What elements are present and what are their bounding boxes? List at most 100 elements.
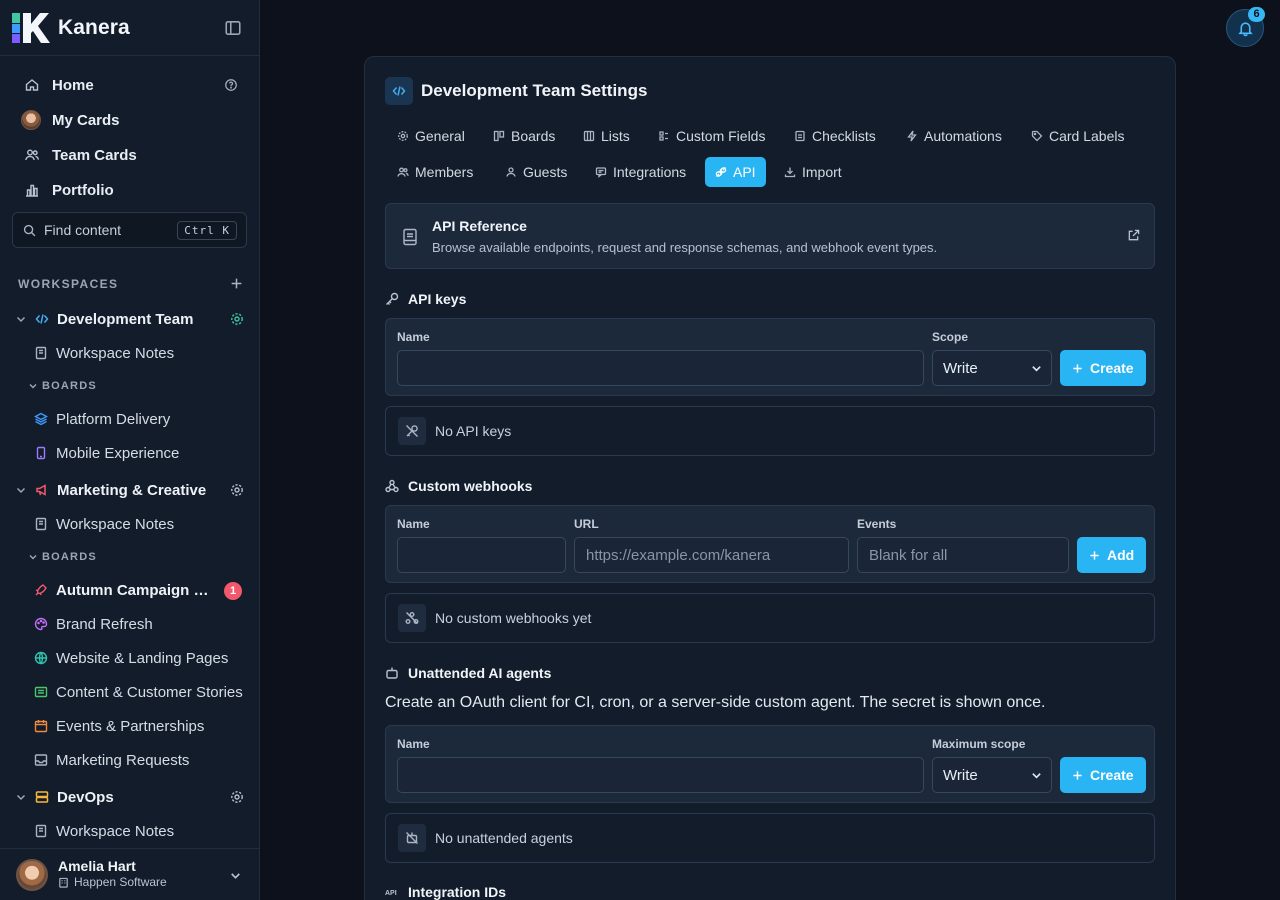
tab-label: Lists: [601, 128, 630, 144]
home-icon: [24, 77, 40, 93]
kanban-icon: [493, 130, 505, 142]
tab-lists[interactable]: Lists: [573, 121, 640, 151]
brand[interactable]: Kanera: [12, 13, 130, 43]
workspace-marketing-creative[interactable]: Marketing & Creative: [12, 475, 248, 505]
url-label: URL: [574, 517, 599, 531]
tab-custom-fields[interactable]: Custom Fields: [648, 121, 775, 151]
tab-label: Guests: [523, 164, 568, 180]
nav-my-cards[interactable]: My Cards: [12, 104, 248, 136]
agent-name-input[interactable]: [397, 757, 924, 793]
gear-icon[interactable]: [230, 790, 244, 804]
tab-api[interactable]: API: [705, 157, 766, 187]
agents-description: Create an OAuth client for CI, cron, or …: [385, 694, 1046, 711]
name-label: Name: [397, 517, 430, 531]
gear-icon[interactable]: [230, 312, 244, 326]
tab-label: Boards: [511, 128, 556, 144]
tab-checklists[interactable]: Checklists: [784, 121, 886, 151]
notebook-icon: [34, 824, 48, 838]
section-title: Custom webhooks: [408, 478, 533, 494]
tab-integrations[interactable]: Integrations: [585, 157, 696, 187]
fields-icon: [658, 130, 670, 142]
sidebar-toggle-icon[interactable]: [224, 19, 242, 37]
tag-icon: [1031, 130, 1043, 142]
tab-card-labels[interactable]: Card Labels: [1021, 121, 1135, 151]
workspace-name: Development Team: [57, 310, 194, 328]
nav-team-cards[interactable]: Team Cards: [12, 139, 248, 171]
tab-guests[interactable]: Guests: [495, 157, 577, 187]
webhook-form: Name URL Events Add: [385, 505, 1155, 583]
workspace-development-team[interactable]: Development Team: [12, 304, 248, 334]
boards-heading-label: BOARDS: [42, 380, 97, 392]
webhook-icon: [385, 479, 399, 493]
nav-portfolio[interactable]: Portfolio: [12, 174, 248, 206]
workspace-notes-label: Workspace Notes: [56, 515, 175, 533]
help-icon[interactable]: [224, 78, 238, 92]
palette-icon: [34, 617, 48, 631]
checklist-icon: [794, 130, 806, 142]
api-key-name-input[interactable]: [397, 350, 924, 386]
tab-label: Card Labels: [1049, 128, 1125, 144]
megaphone-icon: [35, 483, 49, 497]
workspace-notes[interactable]: Workspace Notes: [34, 338, 248, 368]
user-menu[interactable]: Amelia Hart Happen Software: [0, 848, 259, 900]
gear-icon[interactable]: [230, 483, 244, 497]
board-item[interactable]: Mobile Experience: [34, 438, 248, 468]
boards-heading-label: BOARDS: [42, 551, 97, 563]
max-scope-select[interactable]: Write: [932, 757, 1052, 793]
section-title: Unattended AI agents: [408, 665, 552, 681]
scope-value: Write: [943, 766, 978, 784]
webhook-events-input[interactable]: [857, 537, 1069, 573]
tab-label: Custom Fields: [676, 128, 766, 144]
chevron-down-icon: [28, 552, 38, 562]
boards-heading[interactable]: BOARDS: [28, 380, 97, 392]
create-api-key-button[interactable]: Create: [1060, 350, 1146, 386]
newspaper-icon: [34, 685, 48, 699]
board-label: Mobile Experience: [56, 444, 180, 462]
workspace-notes[interactable]: Workspace Notes: [34, 816, 248, 846]
add-workspace-icon[interactable]: [230, 277, 243, 290]
scope-select[interactable]: Write: [932, 350, 1052, 386]
plus-icon: [1089, 550, 1100, 561]
board-item-active[interactable]: Autumn Campaign Launch 1: [34, 575, 248, 605]
workspace-notes[interactable]: Workspace Notes: [34, 509, 248, 539]
tab-import[interactable]: Import: [774, 157, 852, 187]
board-item[interactable]: Events & Partnerships: [34, 711, 248, 741]
search-input[interactable]: Find content Ctrl K: [12, 212, 247, 248]
user-icon: [505, 166, 517, 178]
tab-automations[interactable]: Automations: [896, 121, 1012, 151]
workspace-devops[interactable]: DevOps: [12, 782, 248, 812]
name-label: Name: [397, 330, 430, 344]
nav-my-cards-label: My Cards: [52, 111, 120, 129]
board-item[interactable]: Content & Customer Stories: [34, 677, 248, 707]
nav-home[interactable]: Home: [12, 69, 248, 101]
chevron-down-icon[interactable]: [15, 791, 27, 803]
avatar: [21, 110, 41, 130]
tab-general[interactable]: General: [387, 121, 475, 151]
board-item[interactable]: Brand Refresh: [34, 609, 248, 639]
api-reference-card[interactable]: API Reference Browse available endpoints…: [385, 203, 1155, 269]
tab-members[interactable]: Members: [387, 157, 483, 187]
lightning-icon: [906, 130, 918, 142]
empty-label: No unattended agents: [435, 830, 573, 846]
user-name: Amelia Hart: [58, 858, 136, 874]
api-keys-heading: API keys: [385, 291, 466, 307]
section-title: API keys: [408, 291, 467, 307]
create-agent-button[interactable]: Create: [1060, 757, 1146, 793]
boards-heading[interactable]: BOARDS: [28, 551, 97, 563]
tab-label: General: [415, 128, 465, 144]
chevron-down-icon[interactable]: [15, 484, 27, 496]
add-webhook-button[interactable]: Add: [1077, 537, 1147, 573]
rocket-icon: [34, 583, 48, 597]
chevron-down-icon[interactable]: [15, 313, 27, 325]
tab-label: Import: [802, 164, 842, 180]
key-off-icon: [398, 417, 426, 445]
workspace-name: DevOps: [57, 788, 114, 806]
board-item[interactable]: Website & Landing Pages: [34, 643, 248, 673]
webhook-name-input[interactable]: [397, 537, 566, 573]
board-item[interactable]: Platform Delivery: [34, 404, 248, 434]
board-item[interactable]: Marketing Requests: [34, 745, 248, 775]
tab-boards[interactable]: Boards: [483, 121, 565, 151]
external-link-icon[interactable]: [1127, 229, 1140, 242]
webhook-url-input[interactable]: [574, 537, 849, 573]
board-label: Autumn Campaign Launch: [56, 581, 216, 599]
